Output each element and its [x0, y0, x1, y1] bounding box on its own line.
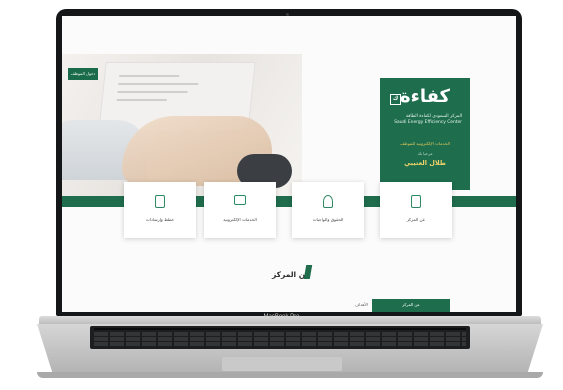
user-icon — [323, 195, 333, 208]
text-line — [119, 75, 180, 77]
text-line — [118, 83, 199, 85]
employee-login-button[interactable]: دخول الموظف — [68, 68, 98, 80]
logo-panel: كفاءة ك المركز السعودي لكفاءة الطاقة Sau… — [380, 78, 470, 190]
text-line — [116, 99, 167, 101]
keyboard — [90, 326, 470, 349]
text-line — [117, 91, 188, 93]
card-rights[interactable]: الحقوق والواجبات — [292, 182, 364, 238]
goals-link[interactable]: الأهداف — [355, 302, 368, 307]
logo-subtitle: المركز السعودي لكفاءة الطاقة Saudi Energ… — [388, 114, 462, 126]
about-tab[interactable]: عن المركز — [372, 299, 450, 312]
logo-badge-icon: ك — [390, 94, 401, 105]
card-label: عن المركز — [406, 217, 426, 222]
document-icon — [411, 195, 421, 208]
card-label: الحقوق والواجبات — [312, 217, 344, 222]
card-label: الخدمات الإلكترونية — [223, 217, 257, 222]
card-plans[interactable]: خطط وإرشادات — [124, 182, 196, 238]
model-label: MacBook Pro — [263, 314, 300, 320]
logo-greeting: مرحبا بك — [417, 151, 433, 156]
user-name: طلال العتيبي — [404, 159, 446, 167]
trackpad — [222, 357, 342, 371]
monitor-icon — [234, 195, 246, 205]
logo-tagline: الخدمات الإلكترونية للموظف — [400, 141, 450, 146]
laptop-screen: دخول الموظف كفاءة ك المركز السعودي لكفاء… — [62, 16, 516, 312]
key-row — [94, 337, 466, 341]
touch-bar — [94, 328, 466, 330]
key-row — [94, 342, 466, 346]
logo-subtitle-en: Saudi Energy Efficiency Center — [394, 120, 462, 125]
card-label: خطط وإرشادات — [145, 217, 175, 222]
laptop-base — [37, 372, 543, 378]
card-eservices[interactable]: الخدمات الإلكترونية — [204, 182, 276, 238]
card-about[interactable]: عن المركز — [380, 182, 452, 238]
tablet-icon — [155, 195, 165, 208]
key-row — [94, 332, 466, 336]
